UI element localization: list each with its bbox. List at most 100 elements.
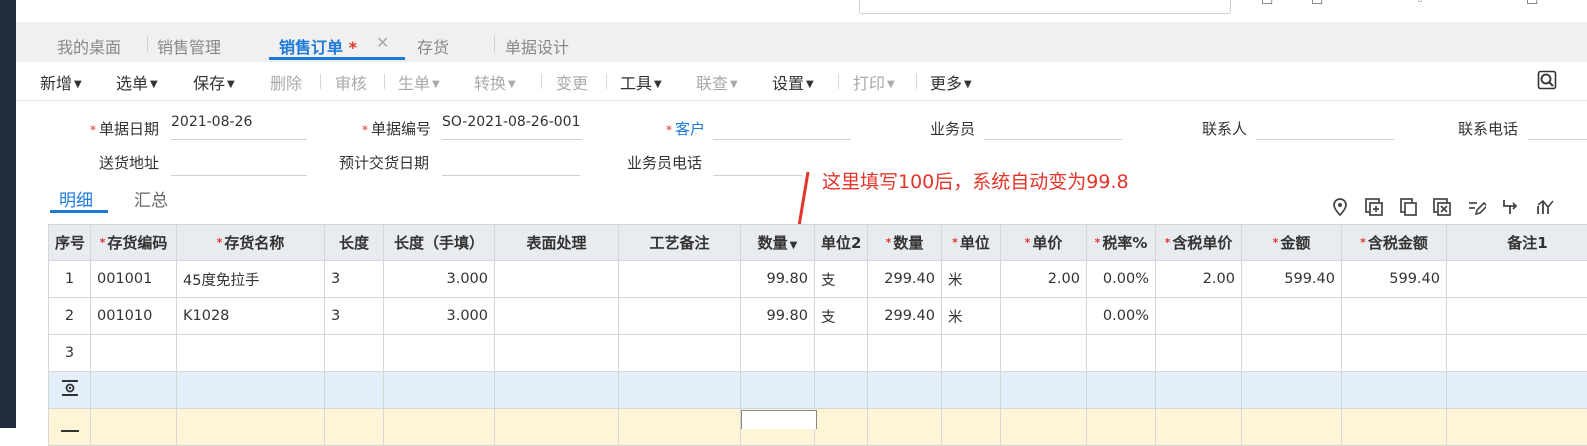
cell-length-manual[interactable]: 3.000	[384, 298, 495, 335]
date-field[interactable]: 2021-08-26	[171, 114, 307, 140]
close-icon[interactable]: ✕	[376, 33, 389, 52]
col-header-remark1[interactable]: 备注1	[1447, 225, 1587, 261]
cell-amount[interactable]	[1242, 335, 1342, 372]
cell-amount[interactable]	[1242, 298, 1342, 335]
gear-icon-cell[interactable]	[49, 372, 91, 409]
col-header-length-manual[interactable]: 长度（手填）	[384, 225, 495, 261]
salesman-field[interactable]	[984, 114, 1122, 140]
col-header-quantity[interactable]: *数量	[868, 225, 942, 261]
col-header-process-note[interactable]: 工艺备注	[619, 225, 741, 261]
cell-quantity2[interactable]: 99.80	[741, 298, 815, 335]
col-header-tax-price[interactable]: *含税单价	[1156, 225, 1242, 261]
cell-tax-rate[interactable]: 0.00%	[1087, 298, 1156, 335]
cell-length[interactable]: 3	[325, 298, 384, 335]
cell-surface[interactable]	[495, 298, 619, 335]
col-header-amount[interactable]: *金额	[1242, 225, 1342, 261]
cell-amount[interactable]: 599.40	[1242, 261, 1342, 298]
convert-button[interactable]: 转换▼	[474, 70, 516, 94]
help-icon[interactable]: ◦	[1416, 0, 1424, 9]
cell-tax-rate[interactable]	[1087, 335, 1156, 372]
gear-icon[interactable]	[61, 379, 79, 397]
cell-inventory-name[interactable]	[177, 335, 325, 372]
cell-length-manual[interactable]: 3.000	[384, 261, 495, 298]
cell-price[interactable]	[1001, 298, 1087, 335]
tab-document-design[interactable]: 单据设计	[505, 34, 569, 58]
audit-button[interactable]: 审核	[335, 70, 367, 94]
edit-icon[interactable]	[1466, 197, 1486, 217]
code-field[interactable]: SO-2021-08-26-001	[442, 114, 582, 140]
insert-row-icon[interactable]	[1364, 197, 1384, 217]
select-button[interactable]: 选单▼	[116, 70, 158, 94]
cell-surface[interactable]	[495, 261, 619, 298]
cell-unit[interactable]	[942, 335, 1001, 372]
table-row[interactable]: 1 001001 45度免拉手 3 3.000 99.80 支 299.40 米…	[49, 261, 1587, 298]
cell-quantity[interactable]	[868, 335, 942, 372]
cell-quantity2[interactable]: 99.80	[741, 261, 815, 298]
address-field[interactable]	[171, 150, 307, 176]
print-button[interactable]: 打印▼	[853, 70, 895, 94]
table-row[interactable]: 2 001010 K1028 3 3.000 99.80 支 299.40 米 …	[49, 298, 1587, 335]
delete-row-icon[interactable]	[1432, 197, 1452, 217]
col-header-unit2[interactable]: 单位2	[815, 225, 868, 261]
col-header-quantity2[interactable]: 数量▼	[741, 225, 815, 261]
cell-length-manual[interactable]	[384, 335, 495, 372]
col-header-price[interactable]: *单价	[1001, 225, 1087, 261]
cell-tax-amount[interactable]: 599.40	[1342, 261, 1447, 298]
new-button[interactable]: 新增▼	[40, 70, 82, 94]
chart-icon[interactable]	[1535, 197, 1555, 217]
tab-sales-management[interactable]: 销售管理	[157, 34, 221, 58]
settings-button[interactable]: 设置▼	[772, 70, 814, 94]
col-header-unit[interactable]: *单位	[942, 225, 1001, 261]
col-header-tax-rate[interactable]: *税率%	[1087, 225, 1156, 261]
col-header-length[interactable]: 长度	[325, 225, 384, 261]
col-header-surface[interactable]: 表面处理	[495, 225, 619, 261]
cell-inventory-name[interactable]: K1028	[177, 298, 325, 335]
cell-tax-price[interactable]	[1156, 335, 1242, 372]
cell-price[interactable]	[1001, 335, 1087, 372]
cell-quantity[interactable]: 299.40	[868, 261, 942, 298]
cell-remark1[interactable]	[1447, 298, 1587, 335]
delivery-date-field[interactable]	[442, 150, 580, 176]
query-button[interactable]: 联查▼	[696, 70, 738, 94]
cell-inventory-code[interactable]: 001010	[91, 298, 177, 335]
tools-button[interactable]: 工具▼	[620, 70, 662, 94]
tab-desktop[interactable]: 我的桌面	[57, 34, 121, 58]
subtab-detail[interactable]: 明细	[59, 186, 93, 211]
salesman-phone-field[interactable]	[713, 150, 803, 176]
contact-field[interactable]	[1256, 114, 1394, 140]
delete-button[interactable]: 删除	[270, 70, 302, 94]
cell-inventory-name[interactable]: 45度免拉手	[177, 261, 325, 298]
cell-length[interactable]: 3	[325, 261, 384, 298]
table-row[interactable]: 3	[49, 335, 1587, 372]
save-button[interactable]: 保存▼	[193, 70, 235, 94]
cell-inventory-code[interactable]	[91, 335, 177, 372]
message-icon[interactable]: ▭	[1311, 0, 1323, 9]
search-icon[interactable]	[1537, 70, 1557, 90]
cell-quantity2[interactable]	[741, 335, 815, 372]
col-header-inventory-code[interactable]: *存货编码	[91, 225, 177, 261]
cell-tax-price[interactable]: 2.00	[1156, 261, 1242, 298]
cell-quantity[interactable]: 299.40	[868, 298, 942, 335]
tab-sales-order[interactable]: 销售订单 *	[279, 34, 357, 58]
location-icon[interactable]	[1330, 197, 1350, 217]
cell-process-note[interactable]	[619, 261, 741, 298]
tab-inventory[interactable]: 存货	[417, 34, 449, 58]
subtab-summary[interactable]: 汇总	[134, 186, 168, 211]
split-icon[interactable]	[1500, 197, 1520, 217]
cell-inventory-code[interactable]: 001001	[91, 261, 177, 298]
sort-desc-icon[interactable]: ▼	[790, 240, 798, 251]
customer-field[interactable]	[713, 114, 851, 140]
cell-remark1[interactable]	[1447, 261, 1587, 298]
change-button[interactable]: 变更	[556, 70, 588, 94]
global-search-input[interactable]	[859, 0, 1231, 14]
cell-process-note[interactable]	[619, 298, 741, 335]
cell-length[interactable]	[325, 335, 384, 372]
phone-field[interactable]	[1528, 114, 1587, 140]
cell-unit2[interactable]	[815, 335, 868, 372]
cell-remark1[interactable]	[1447, 335, 1587, 372]
cell-tax-price[interactable]	[1156, 298, 1242, 335]
cell-price[interactable]: 2.00	[1001, 261, 1087, 298]
cell-unit2[interactable]: 支	[815, 298, 868, 335]
generate-button[interactable]: 生单▼	[398, 70, 440, 94]
cell-unit[interactable]: 米	[942, 298, 1001, 335]
